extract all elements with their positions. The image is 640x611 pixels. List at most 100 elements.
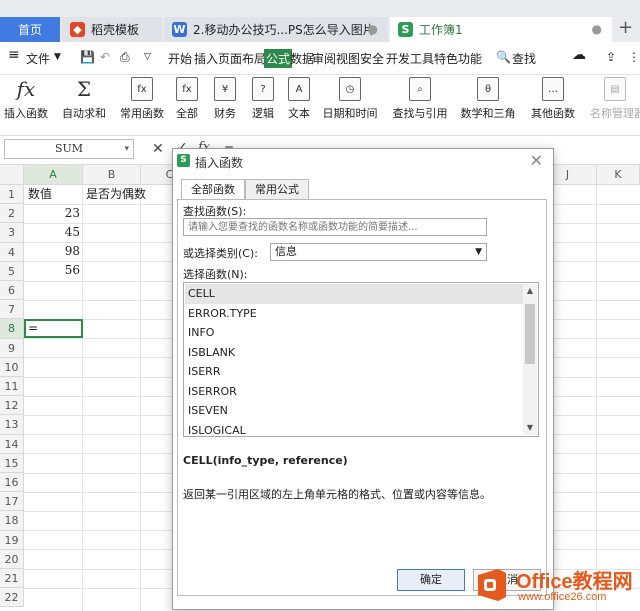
row-header[interactable]: 22 bbox=[0, 588, 24, 608]
dialog-title-bar[interactable]: S 插入函数 ✕ bbox=[173, 149, 553, 173]
new-tab-plus-icon[interactable]: + bbox=[618, 17, 633, 38]
search-menu[interactable]: 查找 bbox=[512, 50, 536, 67]
tab-document-dot-icon[interactable]: ● bbox=[368, 22, 378, 36]
list-item[interactable]: ISLOGICAL bbox=[185, 421, 524, 437]
menu-review[interactable]: 审阅 bbox=[312, 50, 336, 67]
list-item[interactable]: ERROR.TYPE bbox=[185, 304, 524, 324]
row-header[interactable]: 5 bbox=[0, 261, 24, 281]
tab-daoke-templates[interactable]: ◆ 稻壳模板 bbox=[62, 17, 162, 42]
list-item[interactable]: ISBLANK bbox=[185, 343, 524, 363]
name-box-chevron-icon[interactable]: ▾ bbox=[124, 140, 129, 158]
menu-features[interactable]: 特色功能 bbox=[434, 50, 482, 67]
row-header[interactable]: 20 bbox=[0, 549, 24, 569]
datetime-button[interactable]: ◷ 日期和时间 bbox=[320, 77, 380, 121]
row-header[interactable]: 18 bbox=[0, 511, 24, 531]
function-list[interactable]: CELL ERROR.TYPE INFO ISBLANK ISERR ISERR… bbox=[183, 282, 539, 437]
row-header[interactable]: 15 bbox=[0, 453, 24, 473]
row-header[interactable]: 14 bbox=[0, 434, 24, 454]
row-header[interactable]: 4 bbox=[0, 242, 24, 262]
select-all-corner[interactable] bbox=[0, 165, 24, 185]
row-header[interactable]: 12 bbox=[0, 396, 24, 416]
search-function-input[interactable] bbox=[183, 218, 487, 236]
cell-a8-active[interactable]: = bbox=[24, 319, 83, 338]
math-trig-button[interactable]: θ 数学和三角 bbox=[458, 77, 518, 121]
row-header[interactable]: 9 bbox=[0, 338, 24, 358]
save-icon[interactable]: 💾 bbox=[80, 50, 95, 64]
other-functions-button[interactable]: … 其他函数 bbox=[528, 77, 578, 121]
list-item[interactable]: ISEVEN bbox=[185, 401, 524, 421]
row-header[interactable]: 16 bbox=[0, 473, 24, 493]
row-header[interactable]: 8 bbox=[0, 319, 24, 339]
row-header[interactable]: 17 bbox=[0, 492, 24, 512]
row-header[interactable]: 11 bbox=[0, 377, 24, 397]
function-list-scrollbar[interactable]: ▲ ▼ bbox=[523, 284, 537, 435]
scroll-down-icon[interactable]: ▼ bbox=[523, 421, 537, 435]
file-chevron-down-icon[interactable]: ▼ bbox=[54, 52, 61, 62]
scroll-up-icon[interactable]: ▲ bbox=[523, 284, 537, 298]
undo-icon[interactable]: ↶ bbox=[100, 50, 110, 64]
tab-home[interactable]: 首页 bbox=[0, 17, 60, 42]
menu-developer[interactable]: 开发工具 bbox=[386, 50, 434, 67]
tab-workbook-dot-icon[interactable]: ● bbox=[592, 22, 602, 36]
cell-a2[interactable]: 23 bbox=[24, 204, 80, 223]
category-select[interactable]: 信息 ▼ bbox=[270, 243, 487, 261]
row-header[interactable]: 13 bbox=[0, 415, 24, 435]
quick-access-chevron-icon[interactable]: ▽ bbox=[144, 52, 151, 62]
row-header[interactable]: 2 bbox=[0, 204, 24, 224]
menu-data[interactable]: 数据 bbox=[290, 50, 314, 67]
menu-formula[interactable]: 公式 bbox=[264, 49, 293, 68]
list-item[interactable]: ISERROR bbox=[185, 382, 524, 402]
text-functions-button[interactable]: A 文本 bbox=[284, 77, 314, 121]
menu-start[interactable]: 开始 bbox=[168, 50, 192, 67]
ok-button[interactable]: 确定 bbox=[397, 569, 465, 591]
column-header-b[interactable]: B bbox=[83, 165, 141, 185]
search-icon[interactable]: 🔍 bbox=[496, 50, 511, 64]
cloud-sync-icon[interactable]: ☁ bbox=[572, 47, 586, 63]
hamburger-menu-icon[interactable]: ≡ bbox=[8, 47, 20, 63]
menu-view[interactable]: 视图 bbox=[336, 50, 360, 67]
close-icon[interactable]: ✕ bbox=[530, 151, 543, 170]
print-icon[interactable]: ⎙ bbox=[120, 50, 130, 65]
row-header[interactable]: 19 bbox=[0, 530, 24, 550]
search-function-label: 查找函数(S): bbox=[183, 205, 247, 218]
file-menu[interactable]: 文件 bbox=[26, 50, 50, 67]
cell-a3[interactable]: 45 bbox=[24, 223, 80, 242]
all-functions-icon: fx bbox=[176, 77, 198, 101]
cell-b1[interactable]: 是否为偶数 bbox=[86, 185, 166, 204]
share-icon[interactable]: ⇪ bbox=[606, 50, 616, 64]
row-header[interactable]: 6 bbox=[0, 281, 24, 301]
column-header-k[interactable]: K bbox=[597, 165, 640, 185]
name-box[interactable]: SUM ▾ bbox=[4, 139, 134, 159]
name-manager-button[interactable]: ▤ 名称管理器 bbox=[590, 77, 640, 121]
finance-button[interactable]: ¥ 财务 bbox=[210, 77, 240, 121]
autosum-button[interactable]: Σ 自动求和 bbox=[58, 77, 110, 121]
cell-a4[interactable]: 98 bbox=[24, 242, 80, 261]
row-header[interactable]: 1 bbox=[0, 185, 24, 205]
menu-page-layout[interactable]: 页面布局 bbox=[218, 50, 266, 67]
list-item[interactable]: ISERR bbox=[185, 362, 524, 382]
row-header[interactable]: 3 bbox=[0, 223, 24, 243]
row-header[interactable]: 21 bbox=[0, 569, 24, 589]
list-item[interactable]: CELL bbox=[185, 284, 524, 304]
all-functions-button[interactable]: fx 全部 bbox=[172, 77, 202, 121]
menu-security[interactable]: 安全 bbox=[360, 50, 384, 67]
insert-function-button[interactable]: fx 插入函数 bbox=[4, 77, 48, 121]
tab-all-functions[interactable]: 全部函数 bbox=[181, 179, 245, 200]
logic-button[interactable]: ? 逻辑 bbox=[248, 77, 278, 121]
cell-a1[interactable]: 数值 bbox=[28, 185, 82, 204]
column-header-a[interactable]: A bbox=[24, 165, 83, 185]
menu-insert[interactable]: 插入 bbox=[194, 50, 218, 67]
tab-document[interactable]: W 2.移动办公技巧...PS怎么导入图片 ● bbox=[164, 17, 388, 42]
list-item[interactable]: INFO bbox=[185, 323, 524, 343]
cell-a5[interactable]: 56 bbox=[24, 261, 80, 280]
cancel-formula-icon[interactable]: ✕ bbox=[152, 141, 164, 157]
other-functions-label: 其他函数 bbox=[531, 107, 575, 120]
lookup-button[interactable]: ⌕ 查找与引用 bbox=[390, 77, 450, 121]
tab-workbook[interactable]: S 工作簿1 ● bbox=[390, 17, 612, 42]
tab-common-formulas[interactable]: 常用公式 bbox=[245, 179, 309, 199]
more-icon[interactable]: ⋮ bbox=[628, 50, 640, 64]
row-header[interactable]: 10 bbox=[0, 357, 24, 377]
scrollbar-thumb[interactable] bbox=[525, 304, 535, 364]
common-functions-button[interactable]: fx 常用函数 bbox=[116, 77, 168, 121]
row-header[interactable]: 7 bbox=[0, 300, 24, 320]
